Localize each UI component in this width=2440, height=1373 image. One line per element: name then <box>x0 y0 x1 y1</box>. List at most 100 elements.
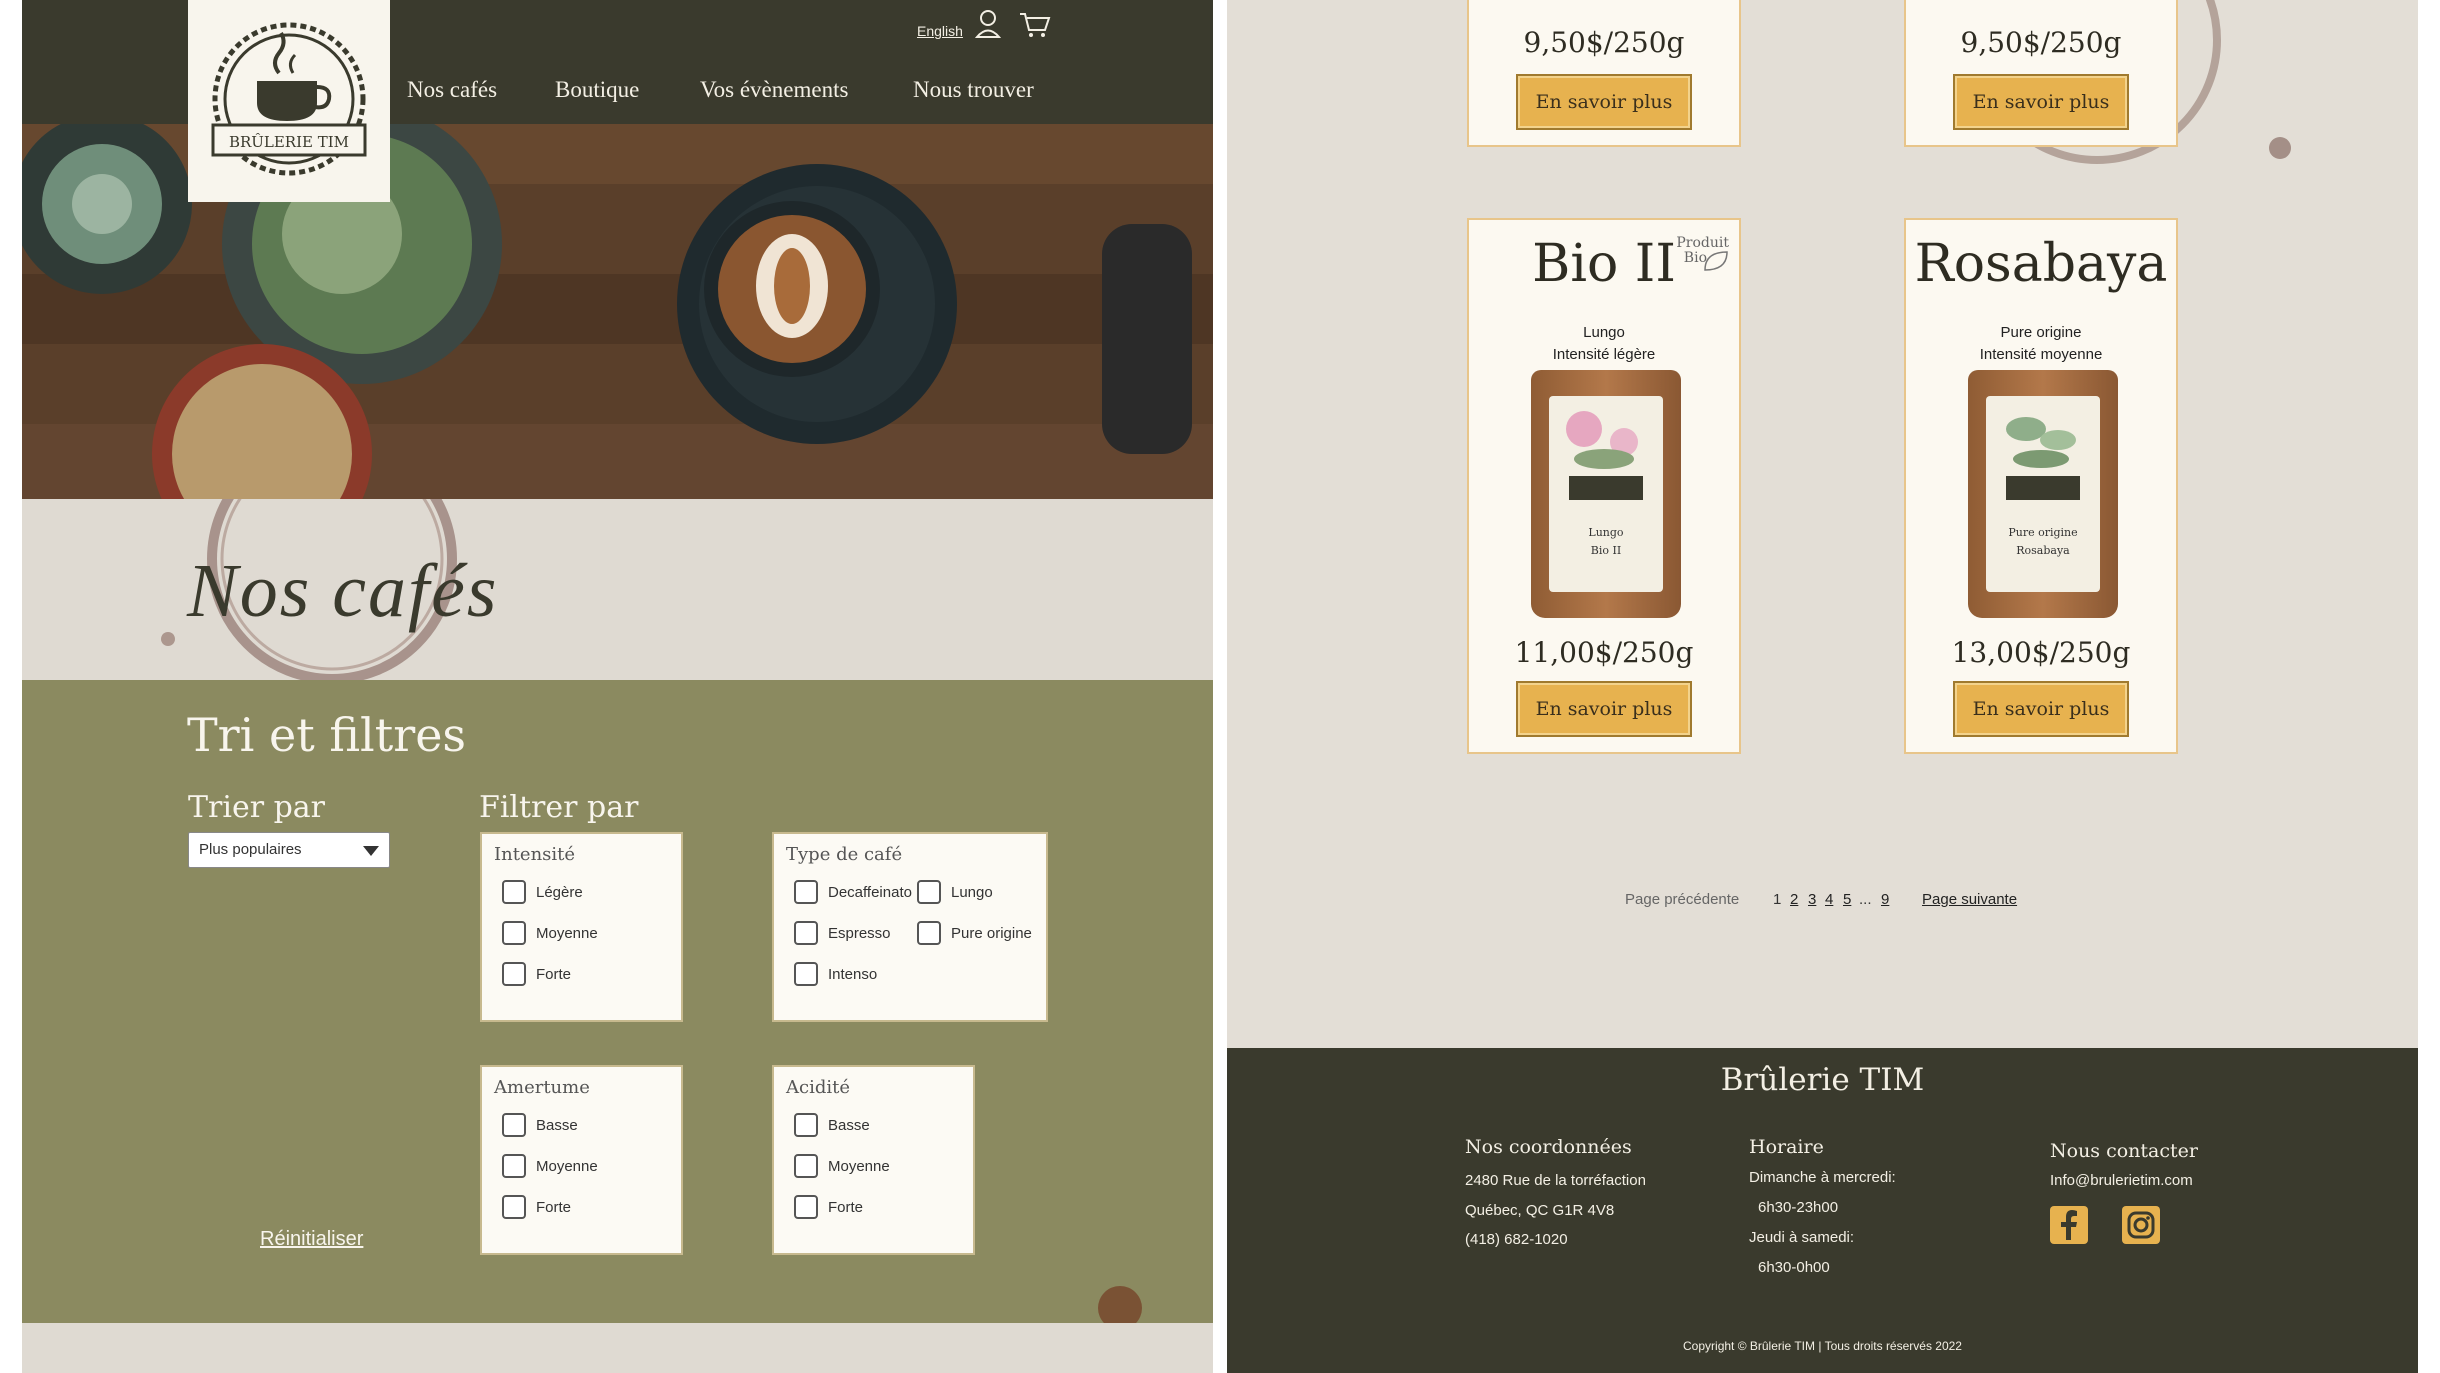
page-5[interactable]: 5 <box>1843 891 1851 908</box>
learn-more-button[interactable]: En savoir plus <box>1953 681 2129 737</box>
left-panel: Nos cafés Boutique Vos évènements Nous t… <box>22 0 1213 1373</box>
nav-boutique[interactable]: Boutique <box>555 77 639 103</box>
checkbox-box[interactable] <box>502 880 526 904</box>
checkbox-box[interactable] <box>794 880 818 904</box>
checkbox-label: Moyenne <box>536 1157 598 1175</box>
filter-group-acidite: Acidité Basse Moyenne Forte <box>772 1065 975 1255</box>
product-price: 9,50$/250g <box>1523 26 1685 59</box>
checkbox-label: Pure origine <box>951 924 1032 942</box>
page-3[interactable]: 3 <box>1808 891 1816 908</box>
nav-nous-trouver[interactable]: Nous trouver <box>913 77 1034 103</box>
footer-address-line1: 2480 Rue de la torréfaction <box>1465 1172 1646 1189</box>
learn-more-button[interactable]: En savoir plus <box>1516 681 1692 737</box>
checkbox-box[interactable] <box>794 1154 818 1178</box>
organic-badge: Produit Bio <box>1673 235 1729 271</box>
page-ellipsis: ... <box>1859 891 1872 908</box>
page-2[interactable]: 2 <box>1790 891 1798 908</box>
product-card: 9,50$/250g En savoir plus <box>1467 0 1741 147</box>
checkbox-label: Légère <box>536 883 583 901</box>
checkbox-box[interactable] <box>794 962 818 986</box>
checkbox-box[interactable] <box>917 880 941 904</box>
next-page-link[interactable]: Page suivante <box>1922 891 2017 908</box>
checkbox-box[interactable] <box>502 1154 526 1178</box>
page-4[interactable]: 4 <box>1825 891 1833 908</box>
checkbox-decaffeinato[interactable]: Decaffeinato <box>794 880 912 904</box>
product-name: Rosabaya <box>1914 234 2168 294</box>
checkbox-box[interactable] <box>794 921 818 945</box>
footer-hours-title: Horaire <box>1749 1136 1824 1158</box>
user-icon[interactable] <box>975 10 1001 38</box>
footer-hours1-label: Dimanche à mercredi: <box>1749 1169 1896 1186</box>
language-link[interactable]: English <box>917 23 963 39</box>
cart-icon[interactable] <box>1019 12 1051 38</box>
product-image[interactable]: Pure origine Rosabaya <box>1968 370 2118 618</box>
learn-more-button[interactable]: En savoir plus <box>1953 74 2129 130</box>
checkbox-basse[interactable]: Basse <box>794 1113 870 1137</box>
reset-filters-link[interactable]: Réinitialiser <box>260 1228 363 1251</box>
footer-email[interactable]: Info@brulerietim.com <box>2050 1172 2193 1189</box>
leaf-illustration <box>2006 417 2076 468</box>
product-card-rosabaya: Rosabaya Pure origine Intensité moyenne … <box>1904 218 2178 754</box>
checkbox-box[interactable] <box>794 1195 818 1219</box>
nav-nos-cafes[interactable]: Nos cafés <box>407 77 497 103</box>
checkbox-moyenne[interactable]: Moyenne <box>502 921 598 945</box>
facebook-icon[interactable] <box>2050 1206 2088 1244</box>
checkbox-intenso[interactable]: Intenso <box>794 962 877 986</box>
bag-logo-bar <box>2006 476 2080 500</box>
filter-group-title: Type de café <box>786 844 903 865</box>
checkbox-label: Basse <box>536 1116 578 1134</box>
product-price: 13,00$/250g <box>1951 636 2131 669</box>
filter-group-amertume: Amertume Basse Moyenne Forte <box>480 1065 683 1255</box>
checkbox-forte[interactable]: Forte <box>502 1195 571 1219</box>
checkbox-box[interactable] <box>917 921 941 945</box>
nav-evenements[interactable]: Vos évènements <box>700 77 848 103</box>
bag-name-label: Rosabaya <box>2016 544 2070 557</box>
checkbox-moyenne[interactable]: Moyenne <box>502 1154 598 1178</box>
checkbox-legere[interactable]: Légère <box>502 880 583 904</box>
checkbox-lungo[interactable]: Lungo <box>917 880 993 904</box>
learn-more-button[interactable]: En savoir plus <box>1516 74 1692 130</box>
filter-label: Filtrer par <box>479 790 639 825</box>
checkbox-box[interactable] <box>502 1195 526 1219</box>
checkbox-basse[interactable]: Basse <box>502 1113 578 1137</box>
page-9[interactable]: 9 <box>1881 891 1889 908</box>
previous-page-link[interactable]: Page précédente <box>1625 891 1739 908</box>
product-price: 11,00$/250g <box>1514 636 1694 669</box>
chevron-down-icon <box>363 846 379 856</box>
footer-copyright: Copyright © Brûlerie TIM | Tous droits r… <box>1683 1339 1962 1353</box>
bag-logo-bar <box>1569 476 1643 500</box>
logo-text: BRÛLERIE TIM <box>229 133 349 151</box>
footer-address-line2: Québec, QC G1R 4V8 <box>1465 1202 1615 1219</box>
checkbox-box[interactable] <box>502 962 526 986</box>
checkbox-box[interactable] <box>502 1113 526 1137</box>
checkbox-pure-origine[interactable]: Pure origine <box>917 921 1032 945</box>
checkbox-moyenne[interactable]: Moyenne <box>794 1154 890 1178</box>
instagram-icon[interactable] <box>2122 1206 2160 1244</box>
bag-type-label: Pure origine <box>2008 526 2078 539</box>
sort-label: Trier par <box>188 790 326 825</box>
sort-select[interactable]: Plus populaires <box>188 832 390 868</box>
checkbox-forte[interactable]: Forte <box>502 962 571 986</box>
bottom-strip <box>22 1323 1213 1373</box>
product-image[interactable]: Lungo Bio II <box>1531 370 1681 618</box>
checkbox-espresso[interactable]: Espresso <box>794 921 891 945</box>
page-1[interactable]: 1 <box>1773 891 1781 908</box>
organic-badge-line1: Produit <box>1676 235 1729 251</box>
checkbox-label: Forte <box>828 1198 864 1216</box>
checkbox-box[interactable] <box>502 921 526 945</box>
filter-group-title: Intensité <box>494 844 576 865</box>
instagram-glyph <box>2127 1211 2155 1239</box>
facebook-glyph <box>2061 1210 2077 1240</box>
product-intensity: Intensité légère <box>1552 346 1656 363</box>
filters-title: Tri et filtres <box>187 708 467 762</box>
logo-emblem: BRÛLERIE TIM <box>211 22 367 176</box>
filter-group-intensite: Intensité Légère Moyenne Forte <box>480 832 683 1022</box>
checkbox-forte[interactable]: Forte <box>794 1195 863 1219</box>
footer-contact-us-title: Nous contacter <box>2050 1140 2198 1162</box>
checkbox-box[interactable] <box>794 1113 818 1137</box>
product-card-bio-ii: Bio II Produit Bio Lungo Intensité légèr… <box>1467 218 1741 754</box>
bag-label: Lungo Bio II <box>1549 396 1663 592</box>
product-type: Pure origine <box>2000 324 2082 341</box>
filter-group-title: Acidité <box>786 1077 851 1098</box>
brand-logo[interactable]: BRÛLERIE TIM <box>188 0 390 202</box>
